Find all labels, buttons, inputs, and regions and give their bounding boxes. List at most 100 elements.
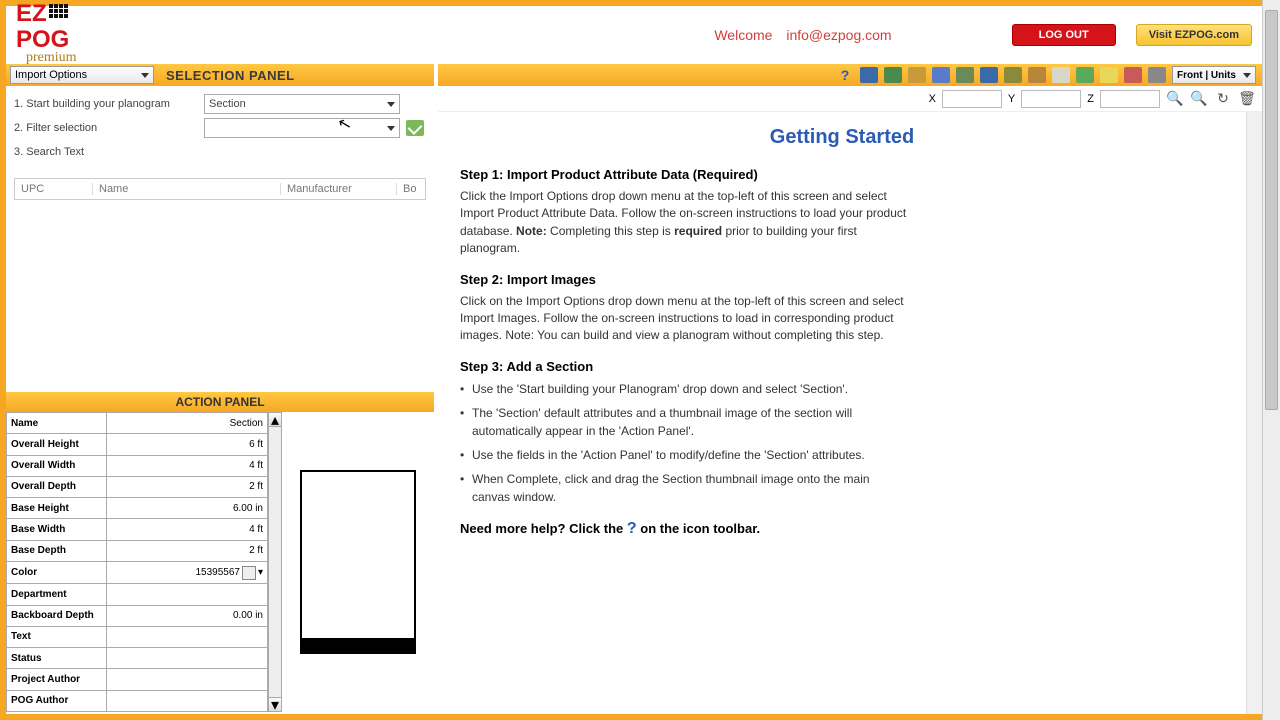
help-icon[interactable]: ? xyxy=(836,67,854,83)
tool-icon-1[interactable] xyxy=(860,67,878,83)
getting-started-title: Getting Started xyxy=(460,126,1224,149)
property-key: Backboard Depth xyxy=(7,605,107,626)
property-value[interactable]: Section xyxy=(107,413,268,434)
property-value[interactable] xyxy=(107,626,268,647)
property-value[interactable]: 15395567▾ xyxy=(107,561,268,583)
action-panel-header: ACTION PANEL xyxy=(6,392,434,412)
property-value[interactable] xyxy=(107,648,268,669)
canvas-scrollbar[interactable] xyxy=(1246,112,1262,714)
start-building-dropdown[interactable]: Section xyxy=(204,94,400,114)
zoom-in-icon[interactable]: 🔍 xyxy=(1166,90,1184,108)
property-key: Department xyxy=(7,584,107,605)
property-row: Overall Height6 ft xyxy=(7,434,268,455)
welcome-text: Welcome info@ezpog.com xyxy=(714,27,891,43)
step3-bullet-3: Use the fields in the 'Action Panel' to … xyxy=(460,446,900,464)
property-value[interactable] xyxy=(107,690,268,711)
chevron-down-icon xyxy=(1243,73,1251,78)
step2-text: Click on the Import Options drop down me… xyxy=(460,293,920,345)
step1-label: 1. Start building your planogram xyxy=(14,98,204,110)
property-row: NameSection xyxy=(7,413,268,434)
view-dropdown[interactable]: Front | Units xyxy=(1172,66,1256,84)
zoom-icon[interactable] xyxy=(1148,67,1166,83)
property-row: Base Depth2 ft xyxy=(7,540,268,561)
property-value[interactable]: 6 ft xyxy=(107,434,268,455)
print-icon[interactable] xyxy=(1028,67,1046,83)
x-input[interactable] xyxy=(942,90,1002,108)
scroll-up-icon[interactable]: ▴ xyxy=(269,413,281,427)
property-value[interactable]: 2 ft xyxy=(107,476,268,497)
chevron-down-icon xyxy=(387,126,395,131)
col-manufacturer[interactable]: Manufacturer xyxy=(281,183,397,195)
refresh-icon[interactable]: ↻ xyxy=(1214,90,1232,108)
import-options-dropdown[interactable]: Import Options xyxy=(10,66,154,84)
right-toolbar: ? Front | Units xyxy=(438,64,1262,86)
property-key: Status xyxy=(7,648,107,669)
coordinate-row: X Y Z 🔍 🔍 ↻ 🗑 xyxy=(438,86,1262,112)
help-line: Need more help? Click the ? on the icon … xyxy=(460,520,1224,538)
product-grid-header: UPC Name Manufacturer Bo xyxy=(14,178,426,200)
tool-icon-4[interactable] xyxy=(932,67,950,83)
tool-icon-10[interactable] xyxy=(1100,67,1118,83)
logout-button[interactable]: LOG OUT xyxy=(1012,24,1116,46)
property-row: Project Author xyxy=(7,669,268,690)
property-value[interactable]: 4 ft xyxy=(107,519,268,540)
tool-icon-6[interactable] xyxy=(980,67,998,83)
product-grid-body: ↖ xyxy=(14,200,426,386)
step1-text: Click the Import Options drop down menu … xyxy=(460,188,920,258)
property-key: Overall Depth xyxy=(7,476,107,497)
property-key: Base Width xyxy=(7,519,107,540)
property-value[interactable] xyxy=(107,584,268,605)
tool-icon-7[interactable] xyxy=(1004,67,1022,83)
property-value[interactable] xyxy=(107,669,268,690)
z-input[interactable] xyxy=(1100,90,1160,108)
scroll-down-icon[interactable]: ▾ xyxy=(269,697,281,711)
selection-panel-header: Import Options SELECTION PANEL xyxy=(6,64,434,86)
zoom-out-icon[interactable]: 🔍 xyxy=(1190,90,1208,108)
section-thumbnail[interactable] xyxy=(300,470,416,654)
trash-icon[interactable]: 🗑 xyxy=(1238,90,1256,108)
filter-selection-dropdown[interactable] xyxy=(204,118,400,138)
property-key: Text xyxy=(7,626,107,647)
step1-heading: Step 1: Import Product Attribute Data (R… xyxy=(460,167,1224,182)
apply-filter-icon[interactable] xyxy=(406,120,424,136)
canvas-area[interactable]: Getting Started Step 1: Import Product A… xyxy=(438,112,1246,714)
tool-icon-11[interactable] xyxy=(1124,67,1142,83)
property-row: Base Width4 ft xyxy=(7,519,268,540)
property-key: Overall Height xyxy=(7,434,107,455)
col-name[interactable]: Name xyxy=(93,183,281,195)
property-value[interactable]: 0.00 in xyxy=(107,605,268,626)
top-header: EZ POG premium Welcome info@ezpog.com LO… xyxy=(6,6,1262,64)
property-key: Color xyxy=(7,561,107,583)
property-value[interactable]: 2 ft xyxy=(107,540,268,561)
property-row: Base Height6.00 in xyxy=(7,498,268,519)
col-bo[interactable]: Bo xyxy=(397,183,425,195)
property-value[interactable]: 6.00 in xyxy=(107,498,268,519)
selection-panel-title: SELECTION PANEL xyxy=(158,68,295,83)
col-upc[interactable]: UPC xyxy=(15,183,93,195)
visit-site-button[interactable]: Visit EZPOG.com xyxy=(1136,24,1252,46)
property-row: POG Author xyxy=(7,690,268,711)
property-row: Department xyxy=(7,584,268,605)
property-row: Text xyxy=(7,626,268,647)
property-key: Overall Width xyxy=(7,455,107,476)
z-label: Z xyxy=(1087,93,1094,105)
user-email-link[interactable]: info@ezpog.com xyxy=(786,27,891,43)
logo: EZ POG premium xyxy=(16,4,77,66)
tool-icon-3[interactable] xyxy=(908,67,926,83)
tool-icon-2[interactable] xyxy=(884,67,902,83)
property-row: Status xyxy=(7,648,268,669)
tool-icon-8[interactable] xyxy=(1052,67,1070,83)
property-key: POG Author xyxy=(7,690,107,711)
tool-icon-5[interactable] xyxy=(956,67,974,83)
property-row: Backboard Depth0.00 in xyxy=(7,605,268,626)
property-row: Color15395567▾ xyxy=(7,561,268,583)
tool-icon-9[interactable] xyxy=(1076,67,1094,83)
step3-bullet-2: The 'Section' default attributes and a t… xyxy=(460,404,900,440)
step3-bullet-1: Use the 'Start building your Planogram' … xyxy=(460,380,900,398)
property-key: Base Depth xyxy=(7,540,107,561)
browser-scrollbar[interactable] xyxy=(1262,0,1280,720)
property-scrollbar[interactable]: ▴ ▾ xyxy=(268,412,282,712)
y-label: Y xyxy=(1008,93,1015,105)
property-value[interactable]: 4 ft xyxy=(107,455,268,476)
y-input[interactable] xyxy=(1021,90,1081,108)
